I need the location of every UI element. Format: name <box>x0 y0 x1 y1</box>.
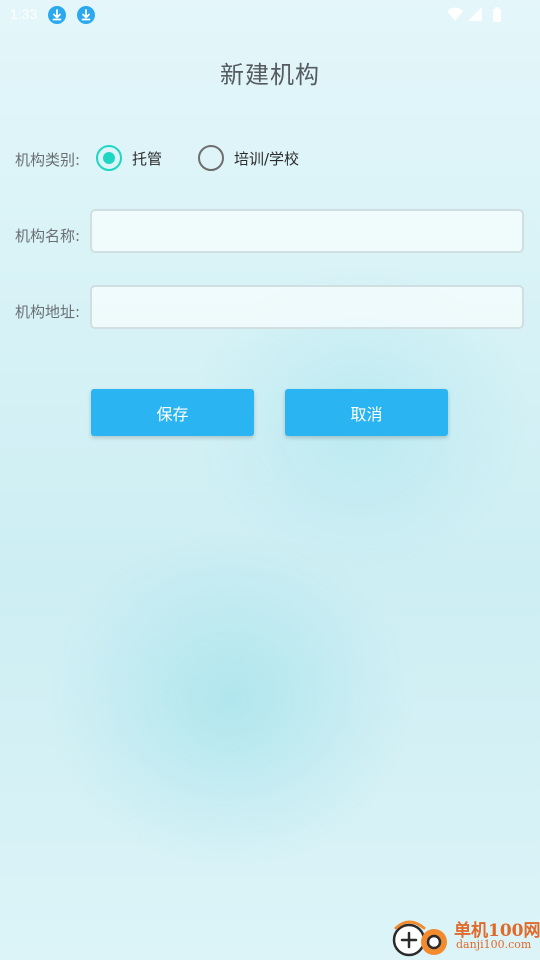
radio-unchecked-icon[interactable] <box>198 145 224 171</box>
watermark: 单机100网 danji100.com <box>390 914 540 960</box>
status-time: 1:33 <box>10 6 38 22</box>
page-title: 新建机构 <box>220 61 320 89</box>
battery-icon <box>493 7 501 22</box>
watermark-url: danji100.com <box>456 938 532 951</box>
download-icon <box>77 6 95 24</box>
cancel-button[interactable]: 取消 <box>285 389 448 436</box>
signal-icon <box>468 7 482 21</box>
radio-checked-icon[interactable] <box>96 145 122 171</box>
radio-option-peixun[interactable]: 培训/学校 <box>198 144 299 172</box>
status-bar: 1:33 <box>0 0 540 30</box>
address-input[interactable] <box>90 285 524 329</box>
download-icon <box>48 6 66 24</box>
name-input[interactable] <box>90 209 524 253</box>
radio-option-tuoguan[interactable]: 托管 <box>96 144 162 172</box>
save-button[interactable]: 保存 <box>91 389 254 436</box>
wifi-icon <box>447 7 463 21</box>
address-label: 机构地址: <box>15 303 81 321</box>
radio-label-peixun: 培训/学校 <box>234 149 300 168</box>
system-icons <box>446 6 508 24</box>
name-label: 机构名称: <box>15 227 81 245</box>
watermark-logo-icon <box>392 920 447 957</box>
radio-label-tuoguan: 托管 <box>132 149 163 168</box>
category-label: 机构类别: <box>15 151 81 169</box>
